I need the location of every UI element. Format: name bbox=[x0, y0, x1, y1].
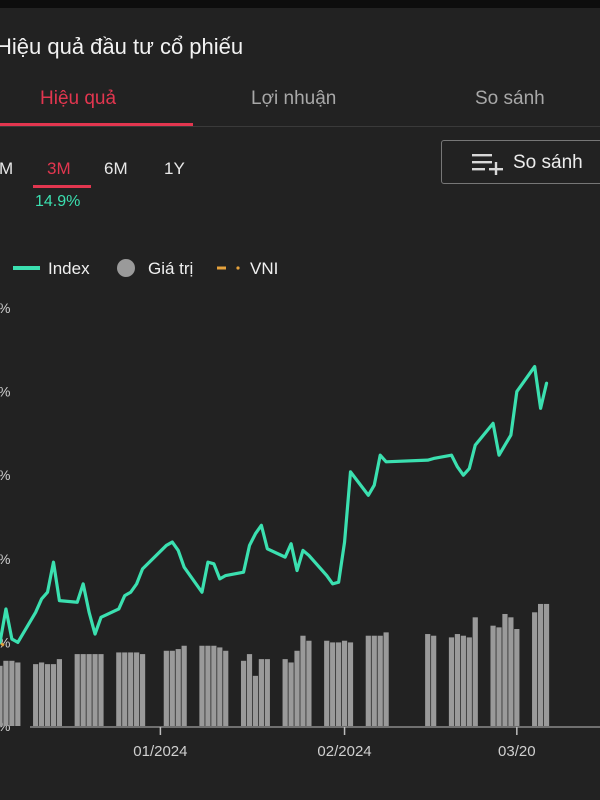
gia-tri-bar bbox=[15, 662, 21, 726]
gia-tri-bar bbox=[33, 664, 39, 726]
legend-gia-tri-label[interactable]: Giá trị bbox=[148, 259, 193, 279]
gia-tri-bar bbox=[324, 640, 330, 726]
gia-tri-bar bbox=[134, 652, 140, 726]
gia-tri-bar bbox=[371, 635, 377, 726]
gia-tri-bar bbox=[128, 652, 134, 726]
add-list-icon bbox=[472, 154, 503, 175]
gia-tri-bar bbox=[169, 650, 175, 726]
legend-vni-label[interactable]: VNI bbox=[250, 259, 278, 279]
tab-so-sanh[interactable]: So sánh bbox=[475, 88, 545, 110]
period-return: 14.9% bbox=[35, 193, 81, 210]
gia-tri-bar bbox=[377, 635, 383, 726]
gia-tri-bar bbox=[448, 637, 455, 726]
gia-tri-bar bbox=[44, 664, 51, 726]
page-title: Hiệu quả đầu tư cổ phiếu bbox=[0, 34, 244, 59]
gia-tri-bar bbox=[466, 637, 472, 726]
gia-tri-bar bbox=[252, 675, 259, 726]
gia-tri-bar bbox=[472, 617, 478, 726]
gia-tri-bar bbox=[460, 635, 466, 726]
index-line bbox=[0, 364, 549, 644]
gia-tri-bar bbox=[175, 649, 181, 726]
y-tick-label: % bbox=[0, 384, 10, 400]
gia-tri-bar bbox=[294, 650, 300, 726]
gia-tri-bar bbox=[199, 645, 205, 726]
compare-button[interactable]: So sánh bbox=[441, 140, 600, 184]
y-tick-label: % bbox=[0, 551, 10, 567]
top-bar bbox=[0, 0, 600, 8]
gia-tri-bar bbox=[139, 654, 146, 726]
gia-tri-bar bbox=[341, 640, 348, 726]
gia-tri-bar bbox=[80, 654, 86, 726]
gia-tri-bar bbox=[383, 632, 389, 726]
gia-tri-bar bbox=[98, 654, 104, 726]
gia-tri-bar bbox=[282, 659, 288, 726]
legend-vni-dot bbox=[236, 266, 240, 270]
gia-tri-bar bbox=[86, 654, 92, 726]
gia-tri-bar bbox=[288, 662, 294, 726]
tab-hieu-qua[interactable]: Hiệu quả bbox=[40, 88, 116, 110]
gia-tri-bar bbox=[0, 665, 3, 726]
period-1m[interactable]: M bbox=[0, 159, 13, 179]
compare-button-label: So sánh bbox=[513, 152, 583, 173]
gia-tri-bar bbox=[490, 625, 496, 726]
gia-tri-bar bbox=[223, 650, 229, 726]
tab-loi-nhuan[interactable]: Lợi nhuận bbox=[251, 88, 336, 110]
period-6m[interactable]: 6M bbox=[104, 159, 128, 179]
gia-tri-bar bbox=[3, 660, 9, 726]
gia-tri-bar bbox=[217, 647, 223, 726]
gia-tri-bar bbox=[258, 659, 264, 726]
active-tab-indicator bbox=[0, 123, 193, 126]
legend-index-label[interactable]: Index bbox=[48, 259, 90, 279]
gia-tri-bar bbox=[347, 642, 354, 726]
gia-tri-bar bbox=[306, 640, 312, 726]
active-period-indicator bbox=[33, 185, 91, 188]
gia-tri-bar bbox=[92, 654, 98, 726]
gia-tri-bar bbox=[205, 645, 211, 726]
gia-tri-bar bbox=[336, 642, 342, 726]
legend-markers bbox=[13, 259, 240, 277]
gia-tri-bar bbox=[514, 629, 520, 726]
gia-tri-bar bbox=[122, 652, 128, 726]
gia-tri-bar bbox=[508, 617, 514, 726]
gia-tri-bar bbox=[9, 660, 15, 726]
gia-tri-bar bbox=[264, 659, 270, 726]
period-3m[interactable]: 3M bbox=[47, 159, 71, 179]
gia-tri-bar bbox=[496, 627, 502, 726]
gia-tri-bar bbox=[537, 603, 544, 726]
legend-gia-tri-swatch bbox=[117, 259, 135, 277]
gia-tri-bar bbox=[116, 652, 122, 726]
tab-bar: Hiệu quả Lợi nhuận So sánh bbox=[0, 80, 600, 127]
gia-tri-bar bbox=[454, 634, 461, 726]
gia-tri-bar bbox=[365, 635, 371, 726]
gia-tri-bar bbox=[181, 645, 187, 726]
gia-tri-bar bbox=[163, 650, 169, 726]
gia-tri-bar bbox=[74, 654, 80, 726]
performance-chart[interactable]: %%%%%%01/202402/202403/20 bbox=[0, 290, 600, 770]
x-tick-label: 01/2024 bbox=[133, 743, 187, 760]
gia-tri-bar bbox=[532, 612, 538, 726]
gia-tri-bar bbox=[38, 662, 45, 726]
gia-tri-bar bbox=[502, 613, 508, 726]
y-tick-label: % bbox=[0, 300, 10, 316]
gia-tri-bar bbox=[240, 660, 247, 726]
period-1y[interactable]: 1Y bbox=[164, 159, 185, 179]
y-tick-label: % bbox=[0, 467, 10, 483]
gia-tri-bar bbox=[300, 635, 306, 726]
gia-tri-bar bbox=[425, 634, 431, 726]
gia-tri-bar bbox=[543, 603, 550, 726]
gia-tri-bar bbox=[246, 654, 253, 726]
x-tick-label: 03/20 bbox=[498, 743, 536, 760]
gia-tri-bar bbox=[330, 642, 336, 726]
gia-tri-bar bbox=[50, 664, 57, 726]
x-tick-label: 02/2024 bbox=[317, 743, 371, 760]
gia-tri-bar bbox=[56, 659, 63, 726]
gia-tri-bar bbox=[211, 645, 217, 726]
gia-tri-bar bbox=[431, 635, 437, 726]
